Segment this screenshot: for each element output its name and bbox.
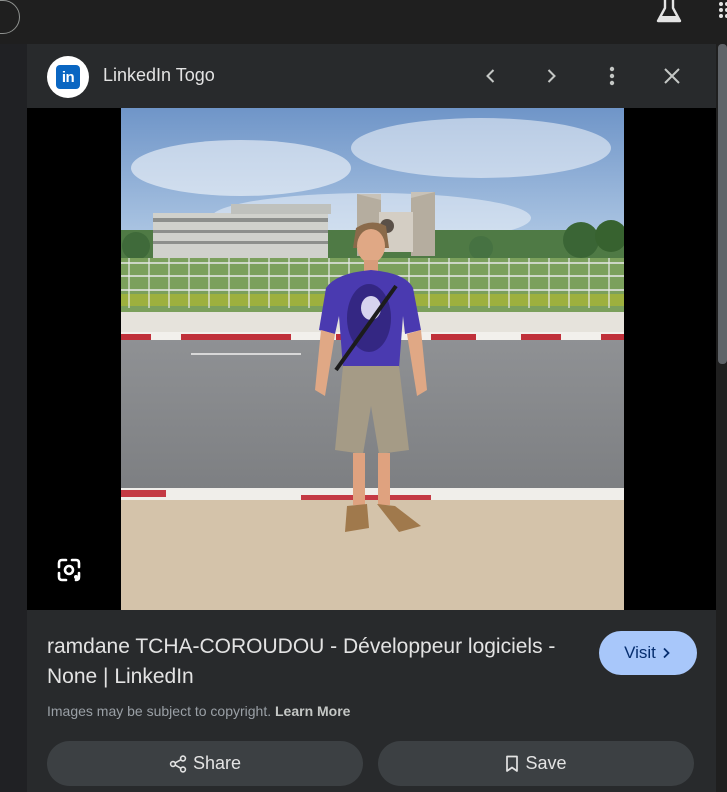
share-icon — [169, 754, 187, 773]
visit-button[interactable]: Visit — [599, 631, 697, 675]
chevron-right-icon — [663, 647, 670, 659]
results-edge — [0, 44, 27, 792]
next-button[interactable] — [531, 56, 571, 96]
share-button[interactable]: Share — [47, 741, 363, 786]
copyright-notice: Images may be subject to copyright. Lear… — [47, 703, 350, 719]
close-icon — [664, 68, 680, 84]
previous-button[interactable] — [471, 56, 511, 96]
save-button[interactable]: Save — [378, 741, 694, 786]
browser-top-bar — [0, 0, 727, 44]
preview-photo[interactable] — [121, 108, 624, 610]
source-logo[interactable]: in — [47, 56, 89, 98]
apps-grid-icon[interactable] — [716, 0, 727, 22]
result-title[interactable]: ramdane TCHA-COROUDOU - Développeur logi… — [47, 632, 587, 692]
more-options-button[interactable] — [592, 56, 632, 96]
image-preview-panel: in LinkedIn Togo ramdane TCHA-COROUDOU -… — [27, 44, 716, 792]
visit-label: Visit — [624, 643, 656, 662]
linkedin-logo: in — [56, 65, 80, 89]
panel-header: in LinkedIn Togo — [27, 44, 716, 108]
learn-more-link[interactable]: Learn More — [275, 703, 350, 719]
chevron-left-icon — [486, 69, 495, 83]
source-name[interactable]: LinkedIn Togo — [103, 65, 215, 86]
google-lens-icon[interactable] — [55, 556, 83, 584]
more-vert-icon — [609, 66, 615, 86]
bookmark-icon — [506, 755, 519, 772]
search-box-edge[interactable] — [0, 0, 20, 34]
flask-icon[interactable] — [655, 0, 683, 24]
close-button[interactable] — [652, 56, 692, 96]
share-label: Share — [192, 753, 242, 773]
scrollbar-thumb[interactable] — [718, 44, 727, 364]
chevron-right-icon — [547, 69, 556, 83]
image-viewer[interactable] — [27, 108, 716, 610]
copyright-text: Images may be subject to copyright. — [47, 703, 272, 719]
save-label: Save — [525, 753, 567, 773]
